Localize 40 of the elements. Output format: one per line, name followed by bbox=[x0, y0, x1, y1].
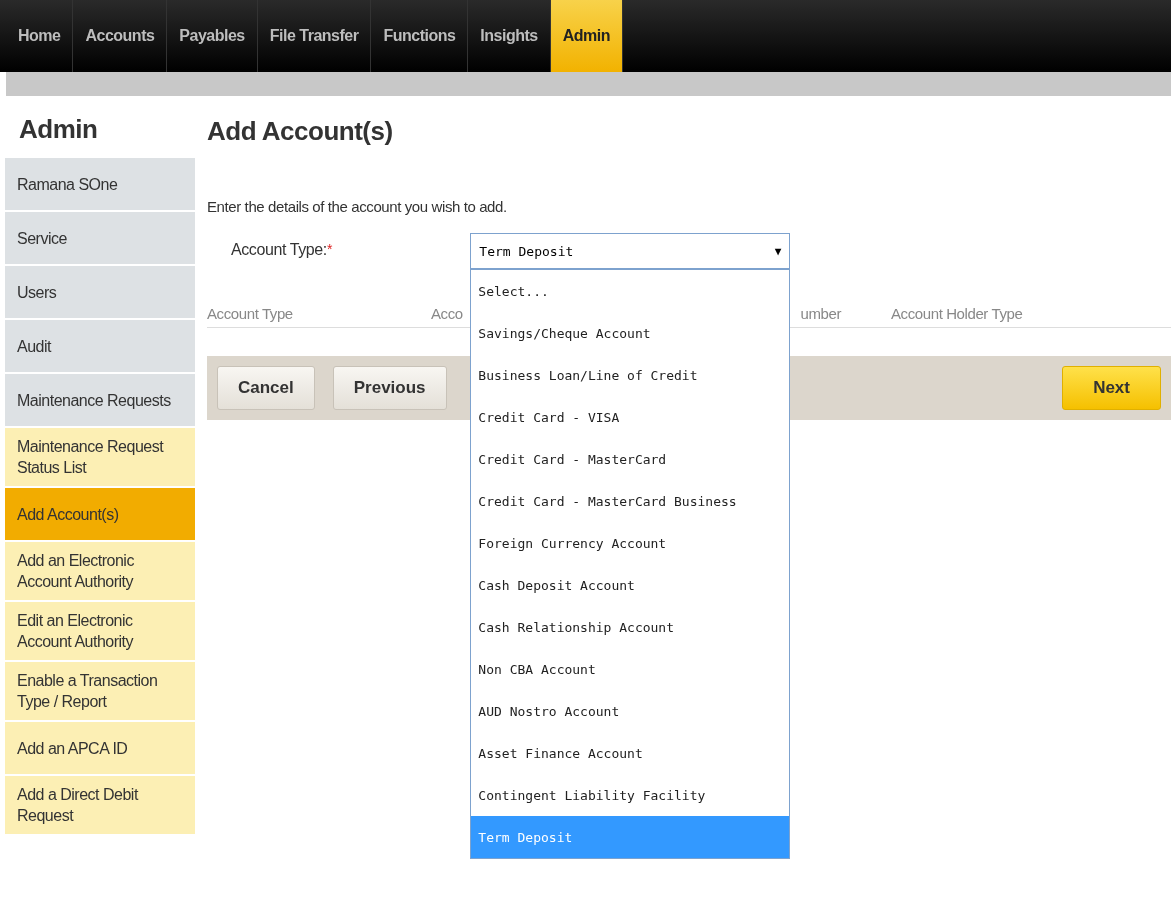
field-label: Account Type: bbox=[231, 241, 327, 259]
sidebar-item[interactable]: Add Account(s) bbox=[5, 488, 195, 540]
column-header: Acco bbox=[431, 304, 464, 322]
sidebar-item[interactable]: Maintenance Requests bbox=[5, 374, 195, 426]
required-mark: * bbox=[326, 241, 333, 257]
dropdown-option[interactable]: Credit Card - MasterCard bbox=[471, 438, 790, 480]
dropdown-option[interactable]: Credit Card - VISA bbox=[471, 396, 790, 438]
sidebar-item[interactable]: Add an APCA ID bbox=[5, 722, 195, 774]
dropdown-option[interactable]: Asset Finance Account bbox=[471, 732, 790, 774]
dropdown-option[interactable]: Non CBA Account bbox=[471, 648, 790, 690]
dropdown-option[interactable]: Select... bbox=[471, 270, 790, 312]
next-button[interactable]: Next bbox=[1062, 366, 1161, 410]
sidebar-item[interactable]: Service bbox=[5, 212, 195, 264]
sidebar-item[interactable]: Add a Direct Debit Request bbox=[5, 776, 195, 834]
dropdown-option[interactable]: Contingent Liability Facility bbox=[471, 774, 790, 816]
column-header: Account Holder Type bbox=[891, 304, 1023, 322]
dropdown-option[interactable]: Foreign Currency Account bbox=[471, 522, 790, 564]
dropdown-option[interactable]: AUD Nostro Account bbox=[471, 690, 790, 732]
dropdown-option[interactable]: Savings/Cheque Account bbox=[471, 312, 790, 354]
column-header: umber bbox=[799, 304, 841, 322]
dropdown-option[interactable]: Business Loan/Line of Credit bbox=[471, 354, 790, 396]
column-header: Account Type bbox=[207, 304, 294, 322]
dropdown-option[interactable]: Cash Deposit Account bbox=[471, 564, 790, 606]
sidebar-item[interactable]: Ramana SOne bbox=[5, 158, 195, 210]
nav-tab[interactable]: Admin bbox=[550, 0, 623, 72]
secondary-button[interactable]: Previous bbox=[332, 366, 447, 410]
sidebar-item[interactable]: Audit bbox=[5, 320, 195, 372]
account-type-dropdown[interactable]: Term Deposit ▼ bbox=[470, 233, 791, 269]
sidebar-item[interactable]: Enable a Transaction Type / Report bbox=[5, 662, 195, 720]
sidebar-item[interactable]: Edit an Electronic Account Authority bbox=[5, 602, 195, 660]
caret-icon: ▼ bbox=[774, 244, 782, 258]
sidebar-item[interactable]: Users bbox=[5, 266, 195, 318]
dropdown-option[interactable]: Credit Card - MasterCard Business bbox=[471, 480, 790, 522]
sidebar-item[interactable]: Maintenance Request Status List bbox=[5, 428, 195, 486]
sidebar-item[interactable]: Add an Electronic Account Authority bbox=[5, 542, 195, 600]
secondary-button[interactable]: Cancel bbox=[217, 366, 315, 410]
intro-text: Enter the details of the account you wish to add. bbox=[207, 198, 508, 215]
page-title: Add Account(s) bbox=[207, 116, 394, 148]
sidebar-title: Admin bbox=[18, 113, 99, 146]
dropdown-option[interactable]: Cash Relationship Account bbox=[471, 606, 790, 648]
